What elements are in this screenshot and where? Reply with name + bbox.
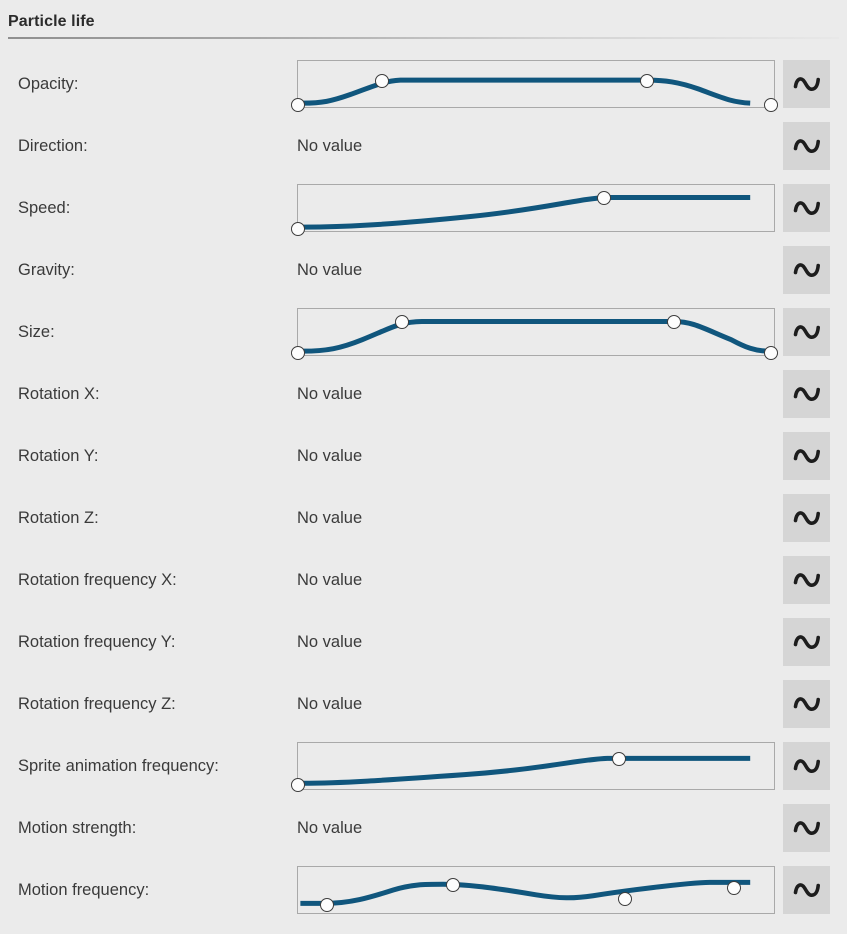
curve-toggle-button-rotation-frequency-y[interactable]	[783, 618, 830, 666]
property-row-opacity: Opacity:	[0, 53, 847, 115]
sine-wave-icon	[793, 139, 820, 154]
curve-control-point[interactable]	[291, 346, 305, 361]
section-divider	[8, 37, 839, 39]
curve-control-point[interactable]	[617, 891, 632, 906]
property-row-speed: Speed:	[0, 177, 847, 239]
curve-control-point[interactable]	[763, 98, 778, 113]
property-row-rotation-frequency-z: Rotation frequency Z: No value	[0, 673, 847, 735]
curve-path	[303, 197, 750, 227]
property-label-rotation-x: Rotation X:	[18, 384, 100, 403]
property-row-sprite-animation-frequency: Sprite animation frequency:	[0, 735, 847, 797]
curve-toggle-button-motion-frequency[interactable]	[783, 866, 830, 914]
page-title: Particle life	[8, 13, 95, 30]
curve-control-point[interactable]	[763, 346, 778, 361]
curve-editor-opacity[interactable]	[291, 60, 778, 113]
no-value-text-direction: No value	[297, 136, 363, 155]
curve-toggle-button-direction[interactable]	[783, 122, 830, 170]
curve-control-point[interactable]	[596, 190, 611, 205]
property-row-rotation-x: Rotation X: No value	[0, 363, 847, 425]
particle-life-panel: Particle life Opacity: Direction: No value…	[0, 0, 847, 934]
property-label-motion-frequency: Motion frequency:	[18, 880, 150, 899]
curve-toggle-button-rotation-frequency-x[interactable]	[783, 556, 830, 604]
curve-toggle-button-gravity[interactable]	[783, 246, 830, 294]
property-label-sprite-animation-frequency: Sprite animation frequency:	[18, 756, 219, 775]
curve-toggle-button-rotation-x[interactable]	[783, 370, 830, 418]
curve-control-point[interactable]	[291, 98, 305, 113]
curve-path	[303, 321, 769, 351]
property-label-direction: Direction:	[18, 136, 88, 155]
sine-wave-icon	[793, 201, 820, 216]
no-value-text-rotation-frequency-x: No value	[297, 570, 363, 589]
sine-wave-icon	[793, 77, 820, 92]
property-row-rotation-z: Rotation Z: No value	[0, 487, 847, 549]
curve-editor-speed[interactable]	[291, 184, 775, 237]
property-label-rotation-frequency-z: Rotation frequency Z:	[18, 694, 176, 713]
property-row-rotation-y: Rotation Y: No value	[0, 425, 847, 487]
property-row-size: Size:	[0, 301, 847, 363]
curve-toggle-button-rotation-z[interactable]	[783, 494, 830, 542]
property-label-rotation-z: Rotation Z:	[18, 508, 99, 527]
sine-wave-icon	[793, 387, 820, 402]
curve-toggle-button-rotation-y[interactable]	[783, 432, 830, 480]
curve-editor-size[interactable]	[291, 308, 778, 361]
sine-wave-icon	[793, 263, 820, 278]
property-row-rotation-frequency-x: Rotation frequency X: No value	[0, 549, 847, 611]
sine-wave-icon	[793, 325, 820, 340]
property-label-size: Size:	[18, 322, 55, 341]
curve-toggle-button-sprite-animation-frequency[interactable]	[783, 742, 830, 790]
curve-editor-motion-frequency[interactable]	[297, 866, 775, 914]
curve-control-point[interactable]	[291, 222, 305, 237]
curve-toggle-button-speed[interactable]	[783, 184, 830, 232]
curve-control-point[interactable]	[726, 880, 741, 895]
no-value-text-rotation-x: No value	[297, 384, 363, 403]
property-label-rotation-frequency-x: Rotation frequency X:	[18, 570, 177, 589]
property-label-rotation-frequency-y: Rotation frequency Y:	[18, 632, 176, 651]
sine-wave-icon	[793, 449, 820, 464]
property-label-speed: Speed:	[18, 198, 71, 217]
curve-toggle-button-size[interactable]	[783, 308, 830, 356]
curve-path	[303, 80, 750, 103]
property-row-gravity: Gravity: No value	[0, 239, 847, 301]
curve-toggle-button-motion-strength[interactable]	[783, 804, 830, 852]
property-label-opacity: Opacity:	[18, 74, 79, 93]
no-value-text-rotation-frequency-y: No value	[297, 632, 363, 651]
curve-control-point[interactable]	[291, 777, 305, 792]
sine-wave-icon	[793, 573, 820, 588]
curve-path	[303, 758, 750, 783]
sine-wave-icon	[793, 759, 820, 774]
sine-wave-icon	[793, 821, 820, 836]
no-value-text-motion-strength: No value	[297, 818, 363, 837]
sine-wave-icon	[793, 635, 820, 650]
sine-wave-icon	[793, 697, 820, 712]
sine-wave-icon	[793, 511, 820, 526]
curve-toggle-button-rotation-frequency-z[interactable]	[783, 680, 830, 728]
property-row-motion-frequency: Motion frequency:	[0, 859, 847, 921]
property-label-motion-strength: Motion strength:	[18, 818, 137, 837]
property-label-gravity: Gravity:	[18, 260, 75, 279]
no-value-text-rotation-z: No value	[297, 508, 363, 527]
curve-toggle-button-opacity[interactable]	[783, 60, 830, 108]
no-value-text-rotation-frequency-z: No value	[297, 694, 363, 713]
sine-wave-icon	[793, 883, 820, 898]
property-row-direction: Direction: No value	[0, 115, 847, 177]
property-row-motion-strength: Motion strength: No value	[0, 797, 847, 859]
property-row-rotation-frequency-y: Rotation frequency Y: No value	[0, 611, 847, 673]
no-value-text-rotation-y: No value	[297, 446, 363, 465]
property-label-rotation-y: Rotation Y:	[18, 446, 99, 465]
curve-editor-sprite-animation-frequency[interactable]	[291, 742, 775, 792]
curve-path	[300, 882, 750, 903]
no-value-text-gravity: No value	[297, 260, 363, 279]
curve-control-point[interactable]	[612, 751, 627, 766]
